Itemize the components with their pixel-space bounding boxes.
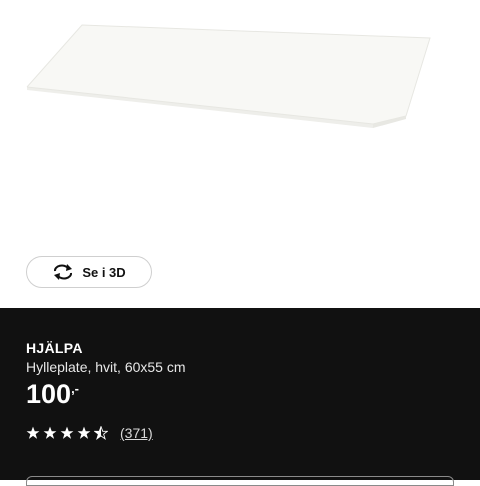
star-icon [77, 426, 91, 439]
product-image-area: Se i 3D [0, 0, 480, 308]
star-icon [43, 426, 57, 439]
price-value: 100 [26, 379, 72, 409]
product-info-panel: HJÄLPA Hylleplate, hvit, 60x55 cm 100,- … [0, 308, 480, 486]
rating[interactable]: (371) [26, 425, 153, 441]
rotate-3d-icon [52, 263, 74, 281]
view-3d-button[interactable]: Se i 3D [26, 256, 152, 288]
product-image[interactable] [0, 0, 480, 240]
review-count-link[interactable]: (371) [120, 425, 153, 441]
price-suffix: ,- [71, 381, 80, 396]
add-to-cart-button[interactable] [26, 476, 454, 486]
view-3d-label: Se i 3D [82, 264, 126, 280]
star-half-icon [94, 426, 108, 440]
product-price: 100,- [26, 381, 79, 408]
rating-stars [26, 426, 108, 440]
star-icon [26, 426, 40, 439]
product-description: Hylleplate, hvit, 60x55 cm [26, 359, 186, 375]
product-name[interactable]: HJÄLPA [26, 340, 83, 356]
star-icon [60, 426, 74, 439]
